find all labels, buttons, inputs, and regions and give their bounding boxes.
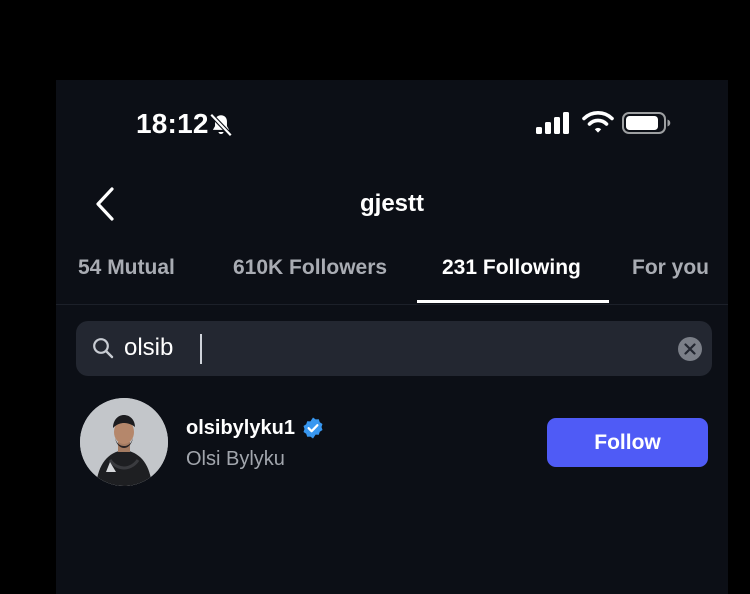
top-bar: gjestt xyxy=(56,180,728,230)
full-name: Olsi Bylyku xyxy=(186,448,285,470)
profile-photo xyxy=(80,398,168,486)
tab-mutual[interactable]: 54 Mutual xyxy=(78,256,175,280)
list-item[interactable]: olsibylyku1 Olsi Bylyku Follow xyxy=(56,398,728,488)
user-handle-row: olsibylyku1 xyxy=(186,416,325,440)
cellular-signal-icon xyxy=(536,112,569,134)
wifi-icon xyxy=(582,111,614,133)
phone-screen: 18:12 gjestt 54 Mutual 610K Followers 23… xyxy=(56,80,728,594)
tab-following[interactable]: 231 Following xyxy=(442,256,581,280)
bell-off-icon xyxy=(209,113,233,137)
tab-bar: 54 Mutual 610K Followers 231 Following F… xyxy=(56,250,728,305)
tab-for-you[interactable]: For you xyxy=(632,256,709,280)
follow-button[interactable]: Follow xyxy=(547,418,708,467)
avatar[interactable] xyxy=(80,398,168,486)
search-input[interactable] xyxy=(124,329,664,367)
text-caret xyxy=(200,334,202,364)
status-time: 18:12 xyxy=(136,108,209,139)
clear-icon xyxy=(684,343,696,355)
username[interactable]: olsibylyku1 xyxy=(186,417,295,440)
page-title: gjestt xyxy=(359,190,424,217)
active-tab-indicator xyxy=(417,300,609,303)
search-icon xyxy=(93,338,114,359)
status-bar: 18:12 xyxy=(56,80,728,165)
tab-followers[interactable]: 610K Followers xyxy=(233,256,387,280)
verified-badge-icon xyxy=(303,417,323,439)
battery-icon xyxy=(622,112,671,134)
clear-search-button[interactable] xyxy=(678,337,702,361)
search-bar xyxy=(76,321,712,376)
